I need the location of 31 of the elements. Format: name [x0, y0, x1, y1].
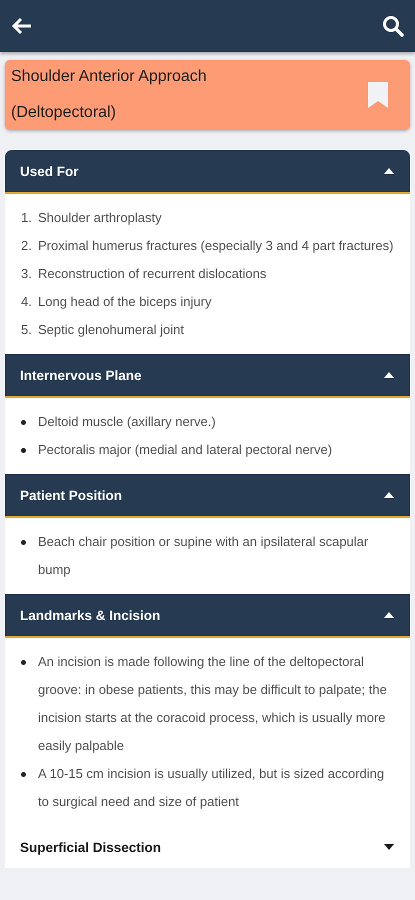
list-item-text: Long head of the biceps injury	[38, 293, 212, 311]
bullet-icon	[21, 660, 26, 665]
list-number: 1.	[21, 209, 33, 227]
bullet-icon	[21, 540, 26, 545]
list-number: 3.	[21, 265, 33, 283]
section-header[interactable]: Internervous Plane	[5, 354, 410, 398]
section-header[interactable]: Used For	[5, 150, 410, 194]
list-item-text: Deltoid muscle (axillary nerve.)	[38, 413, 217, 431]
list-item-text: Shoulder arthroplasty	[38, 209, 163, 227]
list-item-text: Septic glenohumeral joint	[38, 321, 185, 339]
bullet-icon	[21, 448, 26, 453]
section-header[interactable]: Landmarks & Incision	[5, 594, 410, 638]
list-number: 4.	[21, 293, 33, 311]
bullet-icon	[21, 420, 26, 425]
list-item-text: A 10-15 cm incision is usually utilized, but is sized according to surgical need and size of patient	[38, 765, 386, 811]
search-icon[interactable]	[381, 14, 405, 38]
bullet-icon	[21, 772, 26, 777]
list-item-text: An incision is made following the line of the deltopectoral groove: in obese patients, this may be difficult to palpate; the incision starts at the coracoid process, which is usually more easily palpable	[38, 653, 388, 755]
list-number: 2.	[21, 237, 33, 255]
section-header[interactable]: Patient Position	[5, 474, 410, 518]
list-item-text: Proximal humerus fractures (especially 3 and 4 part fractures)	[38, 237, 394, 255]
list-item-text: Reconstruction of recurrent dislocations	[38, 265, 268, 283]
caret-icon	[384, 844, 394, 850]
caret-icon	[384, 612, 394, 618]
list-item-text: Pectoralis major (medial and lateral pectoral nerve)	[38, 441, 334, 459]
caret-icon	[384, 372, 394, 378]
list-number: 5.	[21, 321, 33, 339]
caret-icon	[384, 168, 394, 174]
page-title: Shoulder Anterior Approach (Deltopectoral)	[11, 67, 208, 123]
list-item-text: Beach chair position or supine with an ipsilateral scapular bump	[38, 533, 370, 579]
caret-icon	[384, 492, 394, 498]
